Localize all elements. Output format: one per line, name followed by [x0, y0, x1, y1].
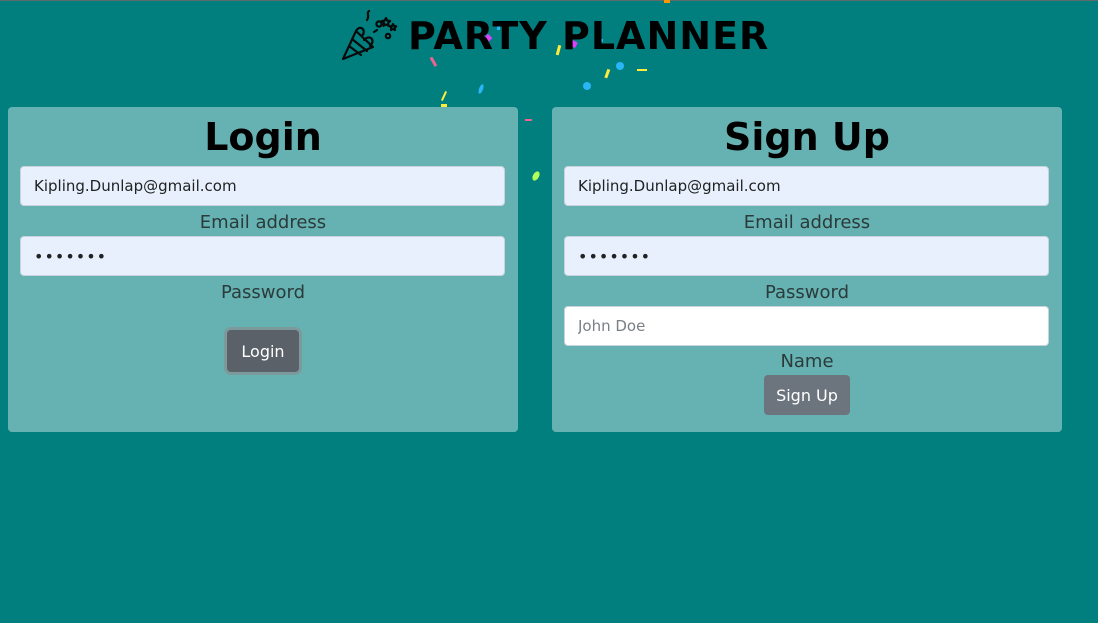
login-password-label: Password	[220, 282, 306, 303]
login-email-input[interactable]	[20, 166, 505, 206]
signup-name-label: Name	[780, 351, 834, 372]
signup-email-input[interactable]	[564, 166, 1049, 206]
login-card: Login Email address Password Login	[8, 107, 518, 432]
signup-button[interactable]: Sign Up	[764, 375, 850, 415]
app-header: PARTY PLANNER	[340, 10, 769, 62]
signup-password-label: Password	[764, 282, 850, 303]
signup-card: Sign Up Email address Password Name Sign…	[552, 107, 1062, 432]
signup-title: Sign Up	[724, 115, 890, 159]
login-password-input[interactable]	[20, 236, 505, 276]
signup-email-label: Email address	[743, 212, 871, 233]
party-popper-icon	[341, 10, 398, 61]
login-title: Login	[204, 115, 322, 159]
login-button[interactable]: Login	[227, 330, 299, 372]
app-title: PARTY PLANNER	[408, 14, 770, 58]
login-email-label: Email address	[199, 212, 327, 233]
signup-name-input[interactable]	[564, 306, 1049, 346]
window-top-border	[0, 0, 1098, 1]
signup-password-input[interactable]	[564, 236, 1049, 276]
